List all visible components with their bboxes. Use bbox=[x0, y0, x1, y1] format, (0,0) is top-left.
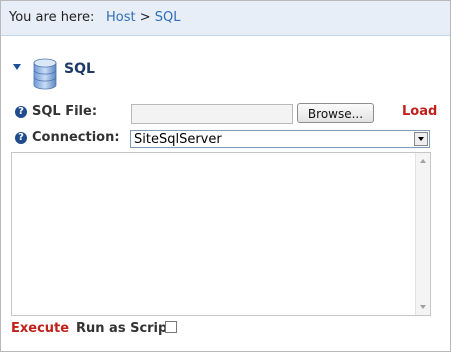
sql-file-label: SQL File: bbox=[32, 104, 98, 119]
breadcrumb-link-sql[interactable]: SQL bbox=[155, 10, 181, 25]
editor-scrollbar[interactable] bbox=[415, 153, 430, 315]
connection-label: Connection: bbox=[32, 130, 120, 145]
breadcrumb-link-host[interactable]: Host bbox=[106, 10, 136, 25]
connection-select[interactable]: SiteSqlServer bbox=[130, 130, 430, 148]
execute-button[interactable]: Execute bbox=[11, 321, 69, 336]
breadcrumb-label: You are here: bbox=[9, 10, 95, 25]
run-as-script-label: Run as Script bbox=[76, 321, 174, 336]
chevron-down-icon[interactable] bbox=[414, 132, 428, 146]
browse-button[interactable]: Browse... bbox=[297, 103, 374, 123]
question-mark-icon[interactable]: ? bbox=[15, 132, 27, 144]
database-icon bbox=[33, 58, 57, 90]
section-title: SQL bbox=[64, 61, 95, 77]
connection-selected-value: SiteSqlServer bbox=[134, 132, 222, 147]
question-mark-icon[interactable]: ? bbox=[15, 106, 27, 118]
scroll-down-icon[interactable] bbox=[420, 305, 426, 309]
breadcrumb-separator: > bbox=[139, 10, 151, 25]
scroll-up-icon[interactable] bbox=[420, 159, 426, 163]
breadcrumb-bar: You are here: Host > SQL bbox=[1, 1, 450, 36]
breadcrumb: Host > SQL bbox=[106, 10, 181, 25]
sql-editor-textarea[interactable] bbox=[11, 152, 431, 316]
run-as-script-checkbox[interactable] bbox=[165, 321, 177, 333]
load-button[interactable]: Load bbox=[402, 104, 437, 119]
sql-file-input[interactable] bbox=[131, 104, 293, 124]
collapse-caret-icon[interactable] bbox=[13, 64, 21, 70]
